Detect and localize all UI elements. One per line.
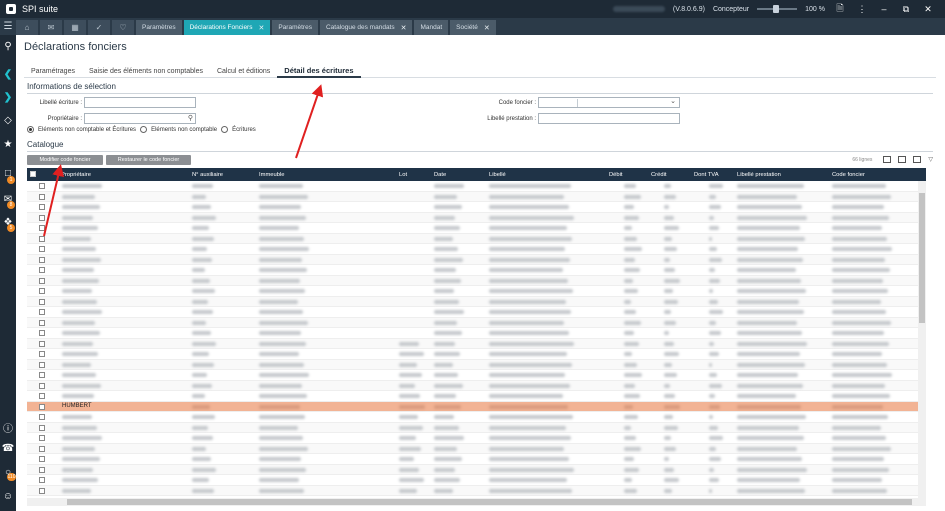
arrow-to-modify-button: [43, 164, 65, 237]
annotation-arrows: [43, 84, 324, 237]
arrow-to-detail-tab: [295, 84, 324, 159]
